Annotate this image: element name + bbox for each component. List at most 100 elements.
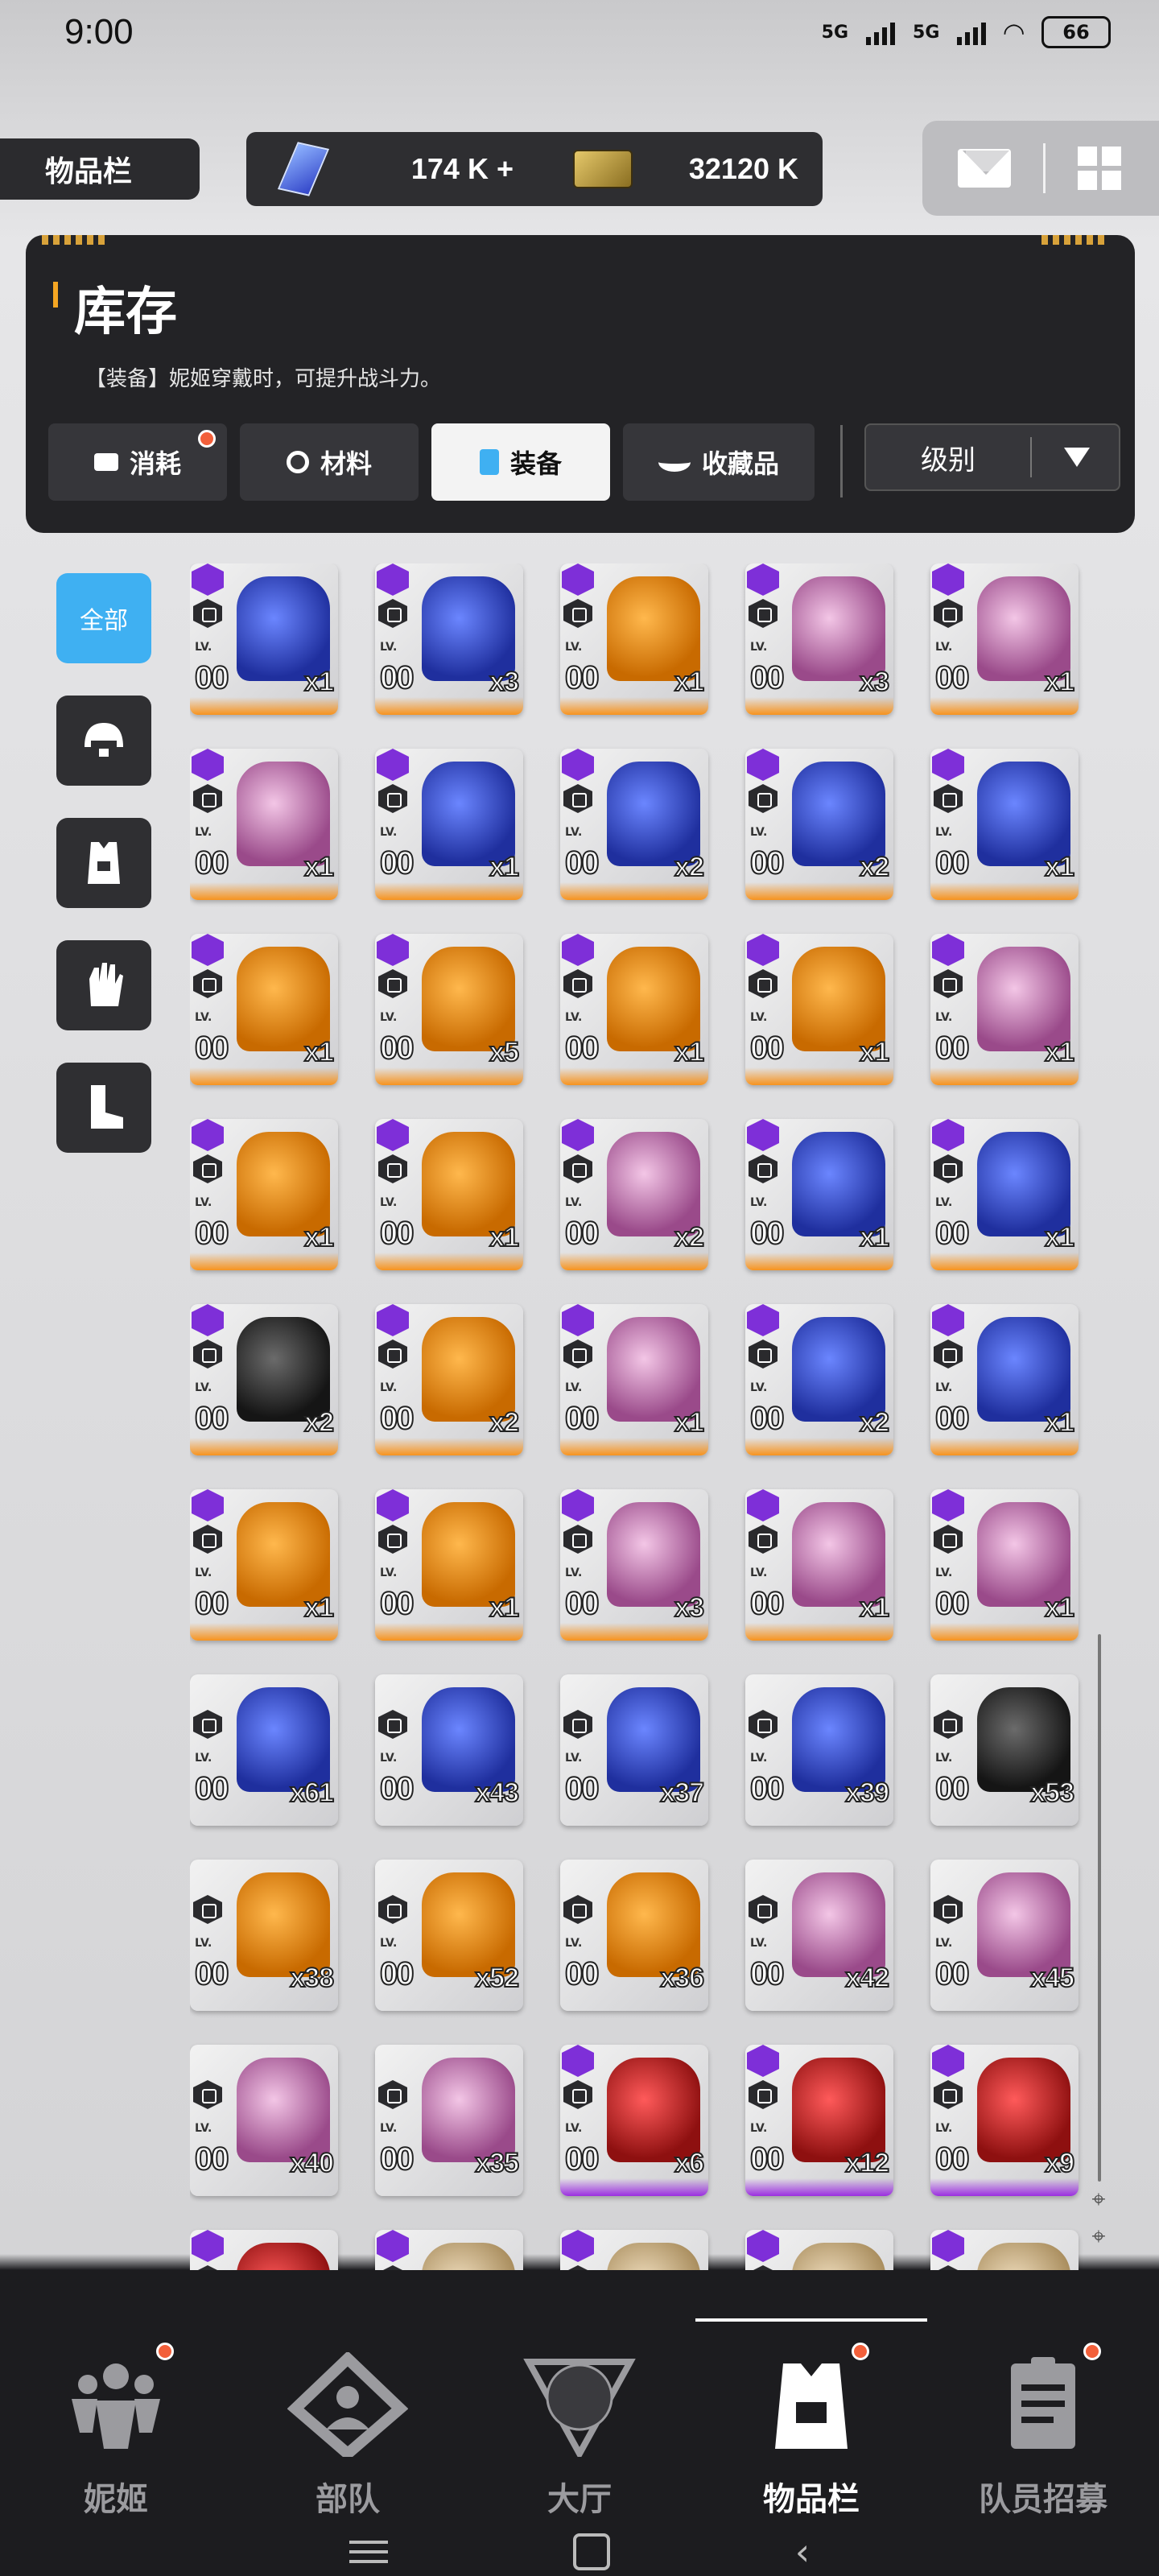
item-level: 00 (564, 1585, 600, 1622)
scrollbar[interactable] (1098, 1634, 1101, 2182)
equipment-item[interactable]: LV. 00 x45 (930, 1860, 1079, 2011)
equipment-item[interactable]: LV. 00 x2 (560, 749, 708, 900)
equipment-item[interactable]: LV. 00 x5 (375, 934, 523, 1085)
item-quantity: x3 (489, 666, 520, 698)
manufacturer-badge-icon (934, 599, 963, 628)
crystal-resource[interactable]: 174 K + (246, 132, 536, 206)
equipment-item[interactable]: LV. 00 x40 (190, 2045, 338, 2196)
tier-badge-icon (562, 2045, 594, 2077)
equipment-item[interactable]: LV. 00 x52 (375, 1860, 523, 2011)
equipment-item[interactable]: LV. 00 x53 (930, 1674, 1079, 1826)
equipment-item[interactable]: LV. 00 x1 (190, 564, 338, 715)
equipment-item[interactable]: LV. 00 x1 (930, 1489, 1079, 1641)
equipment-item[interactable]: LV. 00 x1 (560, 1304, 708, 1455)
equipment-item[interactable]: LV. 00 x1 (560, 564, 708, 715)
nav-inventory[interactable]: 物品栏 (695, 2302, 927, 2544)
tab-consumables[interactable]: 消耗 (48, 423, 227, 501)
tab-collectibles[interactable]: 收藏品 (623, 423, 815, 501)
equipment-item[interactable]: LV. 00 x35 (375, 2045, 523, 2196)
grid-menu-icon[interactable] (1078, 147, 1121, 190)
equipment-item[interactable] (375, 2230, 523, 2270)
nav-lobby[interactable]: 大厅 (464, 2302, 695, 2544)
equipment-item[interactable]: LV. 00 x1 (375, 1119, 523, 1270)
equipment-item[interactable]: LV. 00 x6 (560, 2045, 708, 2196)
tier-badge-icon (747, 564, 779, 596)
item-level: 00 (934, 1955, 970, 1992)
equipment-item[interactable]: LV. 00 x1 (930, 1304, 1079, 1455)
level-prefix: LV. (565, 641, 583, 654)
equipment-item[interactable]: LV. 00 x3 (375, 564, 523, 715)
home-icon[interactable] (572, 2533, 610, 2570)
item-level: 00 (379, 1030, 415, 1067)
armor-icon (88, 842, 120, 884)
equipment-item[interactable]: LV. 00 x1 (560, 934, 708, 1085)
inventory-icon (775, 2363, 848, 2449)
tier-badge-icon (192, 1304, 224, 1336)
recents-icon[interactable] (349, 2541, 388, 2563)
tier-badge-icon (932, 1304, 964, 1336)
equipment-item[interactable]: LV. 00 x1 (375, 1489, 523, 1641)
manufacturer-badge-icon (193, 1154, 222, 1183)
crystal-plus-icon[interactable]: + (497, 152, 514, 185)
equipment-item[interactable]: LV. 00 x1 (930, 934, 1079, 1085)
equipment-item[interactable]: LV. 00 x37 (560, 1674, 708, 1826)
equipment-item[interactable] (190, 2230, 338, 2270)
equipment-item[interactable]: LV. 00 x42 (745, 1860, 893, 2011)
equipment-art (977, 1687, 1070, 1792)
equipment-item[interactable]: LV. 00 x1 (190, 934, 338, 1085)
mail-icon[interactable] (958, 149, 1011, 188)
nav-nikke[interactable]: 妮姬 (0, 2302, 232, 2544)
equipment-item[interactable]: LV. 00 x1 (190, 1489, 338, 1641)
equipment-item[interactable]: LV. 00 x1 (190, 749, 338, 900)
category-gloves[interactable] (56, 940, 151, 1030)
equipment-art (422, 1317, 515, 1422)
item-quantity: x1 (1044, 666, 1075, 698)
category-armor[interactable] (56, 818, 151, 908)
equipment-item[interactable]: LV. 00 x1 (190, 1119, 338, 1270)
category-all[interactable]: 全部 (56, 573, 151, 663)
equipment-item[interactable]: LV. 00 x3 (560, 1489, 708, 1641)
category-boots[interactable] (56, 1063, 151, 1153)
item-level: 00 (934, 1400, 970, 1437)
notification-dot (156, 2343, 174, 2360)
panel-description: 【装备】妮姬穿戴时，可提升战斗力。 (85, 367, 442, 391)
category-helmet[interactable] (56, 696, 151, 786)
level-prefix: LV. (750, 1011, 768, 1024)
top-right-menu (922, 121, 1159, 216)
equipment-item[interactable]: LV. 00 x2 (190, 1304, 338, 1455)
equipment-item[interactable] (560, 2230, 708, 2270)
equipment-item[interactable]: LV. 00 x1 (930, 749, 1079, 900)
nav-squad[interactable]: 部队 (232, 2302, 464, 2544)
equipment-item[interactable] (745, 2230, 893, 2270)
equipment-item[interactable]: LV. 00 x36 (560, 1860, 708, 2011)
equipment-item[interactable]: LV. 00 x1 (745, 1119, 893, 1270)
equipment-item[interactable]: LV. 00 x2 (560, 1119, 708, 1270)
equipment-item[interactable]: LV. 00 x3 (745, 564, 893, 715)
item-level: 00 (194, 1030, 229, 1067)
equipment-item[interactable]: LV. 00 x2 (745, 749, 893, 900)
back-icon[interactable]: ‹ (795, 2530, 810, 2574)
equipment-item[interactable]: LV. 00 x2 (745, 1304, 893, 1455)
equipment-item[interactable]: LV. 00 x1 (745, 934, 893, 1085)
equipment-item[interactable]: LV. 00 x2 (375, 1304, 523, 1455)
equipment-item[interactable]: LV. 00 x12 (745, 2045, 893, 2196)
equipment-art (237, 2058, 330, 2162)
equipment-item[interactable]: LV. 00 x61 (190, 1674, 338, 1826)
equipment-item[interactable]: LV. 00 x1 (930, 564, 1079, 715)
equipment-item[interactable]: LV. 00 x1 (930, 1119, 1079, 1270)
equipment-item[interactable]: LV. 00 x1 (745, 1489, 893, 1641)
level-prefix: LV. (380, 1567, 398, 1579)
level-prefix: LV. (565, 1011, 583, 1024)
tab-materials[interactable]: 材料 (240, 423, 419, 501)
equipment-item[interactable]: LV. 00 x43 (375, 1674, 523, 1826)
equipment-item[interactable]: LV. 00 x38 (190, 1860, 338, 2011)
item-level: 00 (194, 844, 229, 881)
equipment-item[interactable]: LV. 00 x1 (375, 749, 523, 900)
item-quantity: x2 (674, 1221, 705, 1253)
equipment-item[interactable]: LV. 00 x9 (930, 2045, 1079, 2196)
tab-equipment[interactable]: 装备 (431, 423, 610, 501)
equipment-item[interactable] (930, 2230, 1079, 2270)
equipment-item[interactable]: LV. 00 x39 (745, 1674, 893, 1826)
sort-dropdown[interactable]: 级别 (864, 423, 1120, 491)
nav-recruit[interactable]: 队员招募 (927, 2302, 1159, 2544)
